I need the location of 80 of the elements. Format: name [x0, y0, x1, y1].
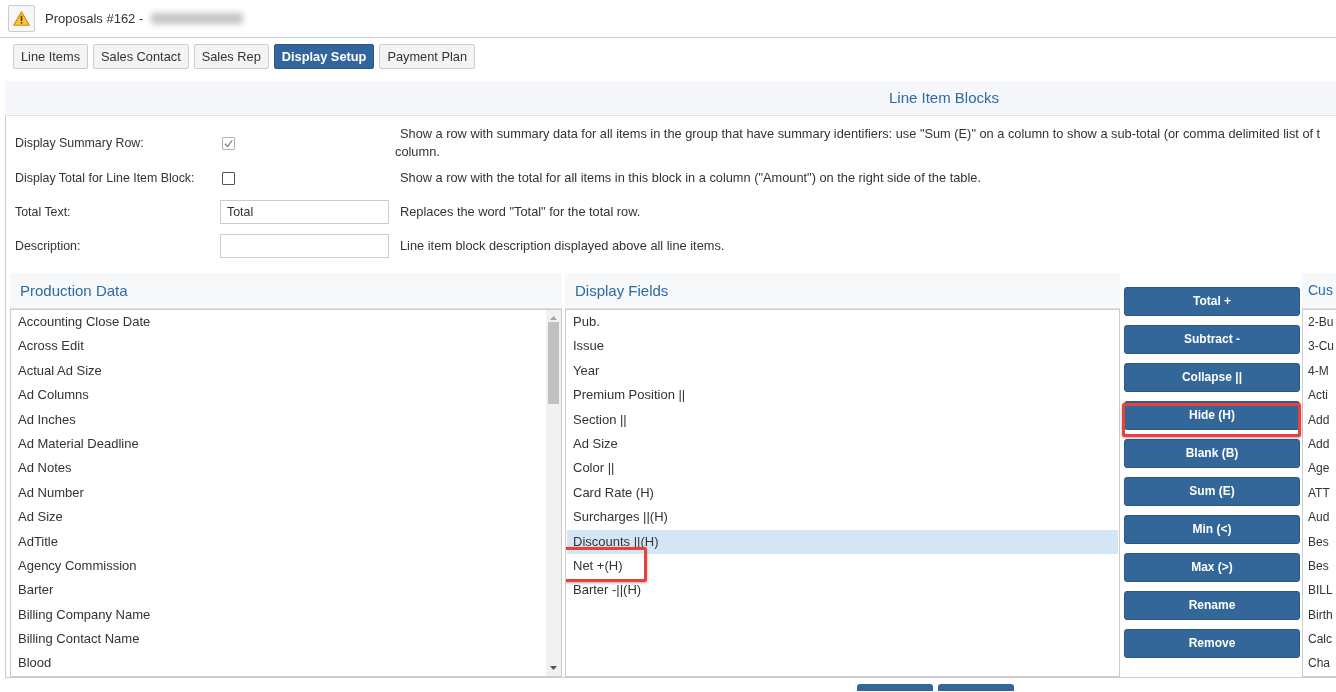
list-item[interactable]: Ad Inches [12, 407, 545, 432]
list-item[interactable]: Calc [1303, 627, 1336, 652]
list-item[interactable]: Cha [1303, 651, 1336, 676]
list-item[interactable]: Color || [567, 456, 1118, 481]
section-title: Line Item Blocks [889, 89, 1000, 107]
tab[interactable]: Display Setup [273, 44, 375, 69]
description-text: Replaces the word "Total" for the total row. [399, 203, 641, 221]
action-button[interactable]: Remove [1124, 629, 1300, 658]
panel-title: Display Fields [575, 281, 669, 300]
list-item[interactable]: Issue [567, 334, 1118, 359]
list-item[interactable]: Billing Company Name [12, 602, 545, 628]
description-text: Line item block description displayed above all line items. [399, 237, 725, 255]
panel-title: Cus [1308, 282, 1333, 299]
list-item[interactable]: Age [1303, 456, 1336, 481]
list-item[interactable]: Aud [1303, 505, 1336, 530]
list-item[interactable]: Birth [1303, 602, 1336, 628]
action-button[interactable]: Min (<) [1124, 515, 1300, 544]
field-label: Description: [15, 238, 82, 254]
tab[interactable]: Sales Contact [93, 44, 189, 69]
action-button[interactable]: Collapse || [1124, 363, 1300, 392]
list-item[interactable]: Billing Contact Name [12, 627, 545, 652]
tab[interactable]: Line Items [13, 44, 89, 69]
list-item[interactable]: Blood [12, 651, 545, 676]
scroll-down-icon [550, 666, 557, 670]
scroll-up-icon [550, 316, 557, 320]
field-label: Display Summary Row: [15, 135, 145, 151]
footer-button[interactable] [857, 684, 933, 691]
list-item[interactable]: Premium Position || [567, 383, 1118, 408]
field-label: Display Total for Line Item Block: [15, 170, 196, 186]
list-item[interactable]: Bes [1303, 553, 1336, 579]
warning-icon [13, 11, 30, 26]
footer-button[interactable] [938, 684, 1014, 691]
list-item[interactable]: Net +(H) [567, 553, 1118, 579]
list-item[interactable]: 4-M [1303, 358, 1336, 384]
field-label: Total Text: [15, 204, 72, 220]
list-item[interactable]: Add [1303, 431, 1336, 457]
list-item[interactable]: Ad Notes [12, 456, 545, 481]
action-button[interactable]: Sum (E) [1124, 477, 1300, 506]
list-item[interactable]: 2-Bu [1303, 310, 1336, 335]
list-item[interactable]: Surcharges ||(H) [567, 505, 1118, 530]
list-item[interactable]: Year [567, 358, 1118, 384]
tab[interactable]: Payment Plan [379, 44, 476, 69]
text-field[interactable]: Total [220, 200, 389, 224]
list-item[interactable]: Barter [12, 578, 545, 603]
list-item[interactable]: Bes [1303, 529, 1336, 554]
scrollbar-thumb[interactable] [548, 322, 559, 404]
list-item[interactable]: Agency Commission [12, 553, 545, 579]
action-button[interactable]: Max (>) [1124, 553, 1300, 582]
list-item[interactable]: Accounting Close Date [12, 310, 545, 335]
list-item[interactable]: Ad Material Deadline [12, 431, 545, 457]
list-item[interactable]: Add [1303, 407, 1336, 432]
panel-title: Production Data [20, 281, 128, 300]
list-item[interactable]: Pub. [567, 310, 1118, 335]
action-button[interactable]: Blank (B) [1124, 439, 1300, 468]
alert-button[interactable] [8, 5, 35, 32]
list-item[interactable]: 3-Cu [1303, 334, 1336, 359]
description-text: Show a row with summary data for all items in the group that have summary identifiers: use "Sum (E)" on a column to show a sub-total (or comma delimited list of t column. [395, 125, 1321, 161]
action-button[interactable]: Total + [1124, 287, 1300, 316]
window-title: Proposals #162 - [45, 10, 144, 27]
list-item[interactable]: Across Edit [12, 334, 545, 359]
tab[interactable]: Sales Rep [193, 44, 269, 69]
list-item[interactable]: Ad Size [12, 505, 545, 530]
list-item[interactable]: BILL [1303, 578, 1336, 603]
action-button[interactable]: Subtract - [1124, 325, 1300, 354]
list-item[interactable]: Ad Size [567, 431, 1118, 457]
list-item[interactable]: Barter -||(H) [567, 578, 1118, 603]
list-item[interactable]: Section || [567, 407, 1118, 432]
scrollbar[interactable] [546, 310, 561, 676]
list-item[interactable]: AdTitle [12, 529, 545, 554]
description-text: Show a row with the total for all items in this block in a column ("Amount") on the right side of the table. [399, 169, 981, 187]
checkmark-icon [224, 138, 233, 148]
list-item[interactable]: Actual Ad Size [12, 358, 545, 384]
action-button[interactable]: Rename [1124, 591, 1300, 620]
list-item[interactable]: Ad Number [12, 480, 545, 506]
list-item[interactable]: ATT [1303, 480, 1336, 506]
checkbox[interactable] [222, 171, 235, 185]
text-field[interactable] [220, 234, 389, 258]
list-item[interactable]: Card Rate (H) [567, 480, 1118, 506]
list-item[interactable]: Ad Columns [12, 383, 545, 408]
list-item[interactable]: Acti [1303, 383, 1336, 408]
